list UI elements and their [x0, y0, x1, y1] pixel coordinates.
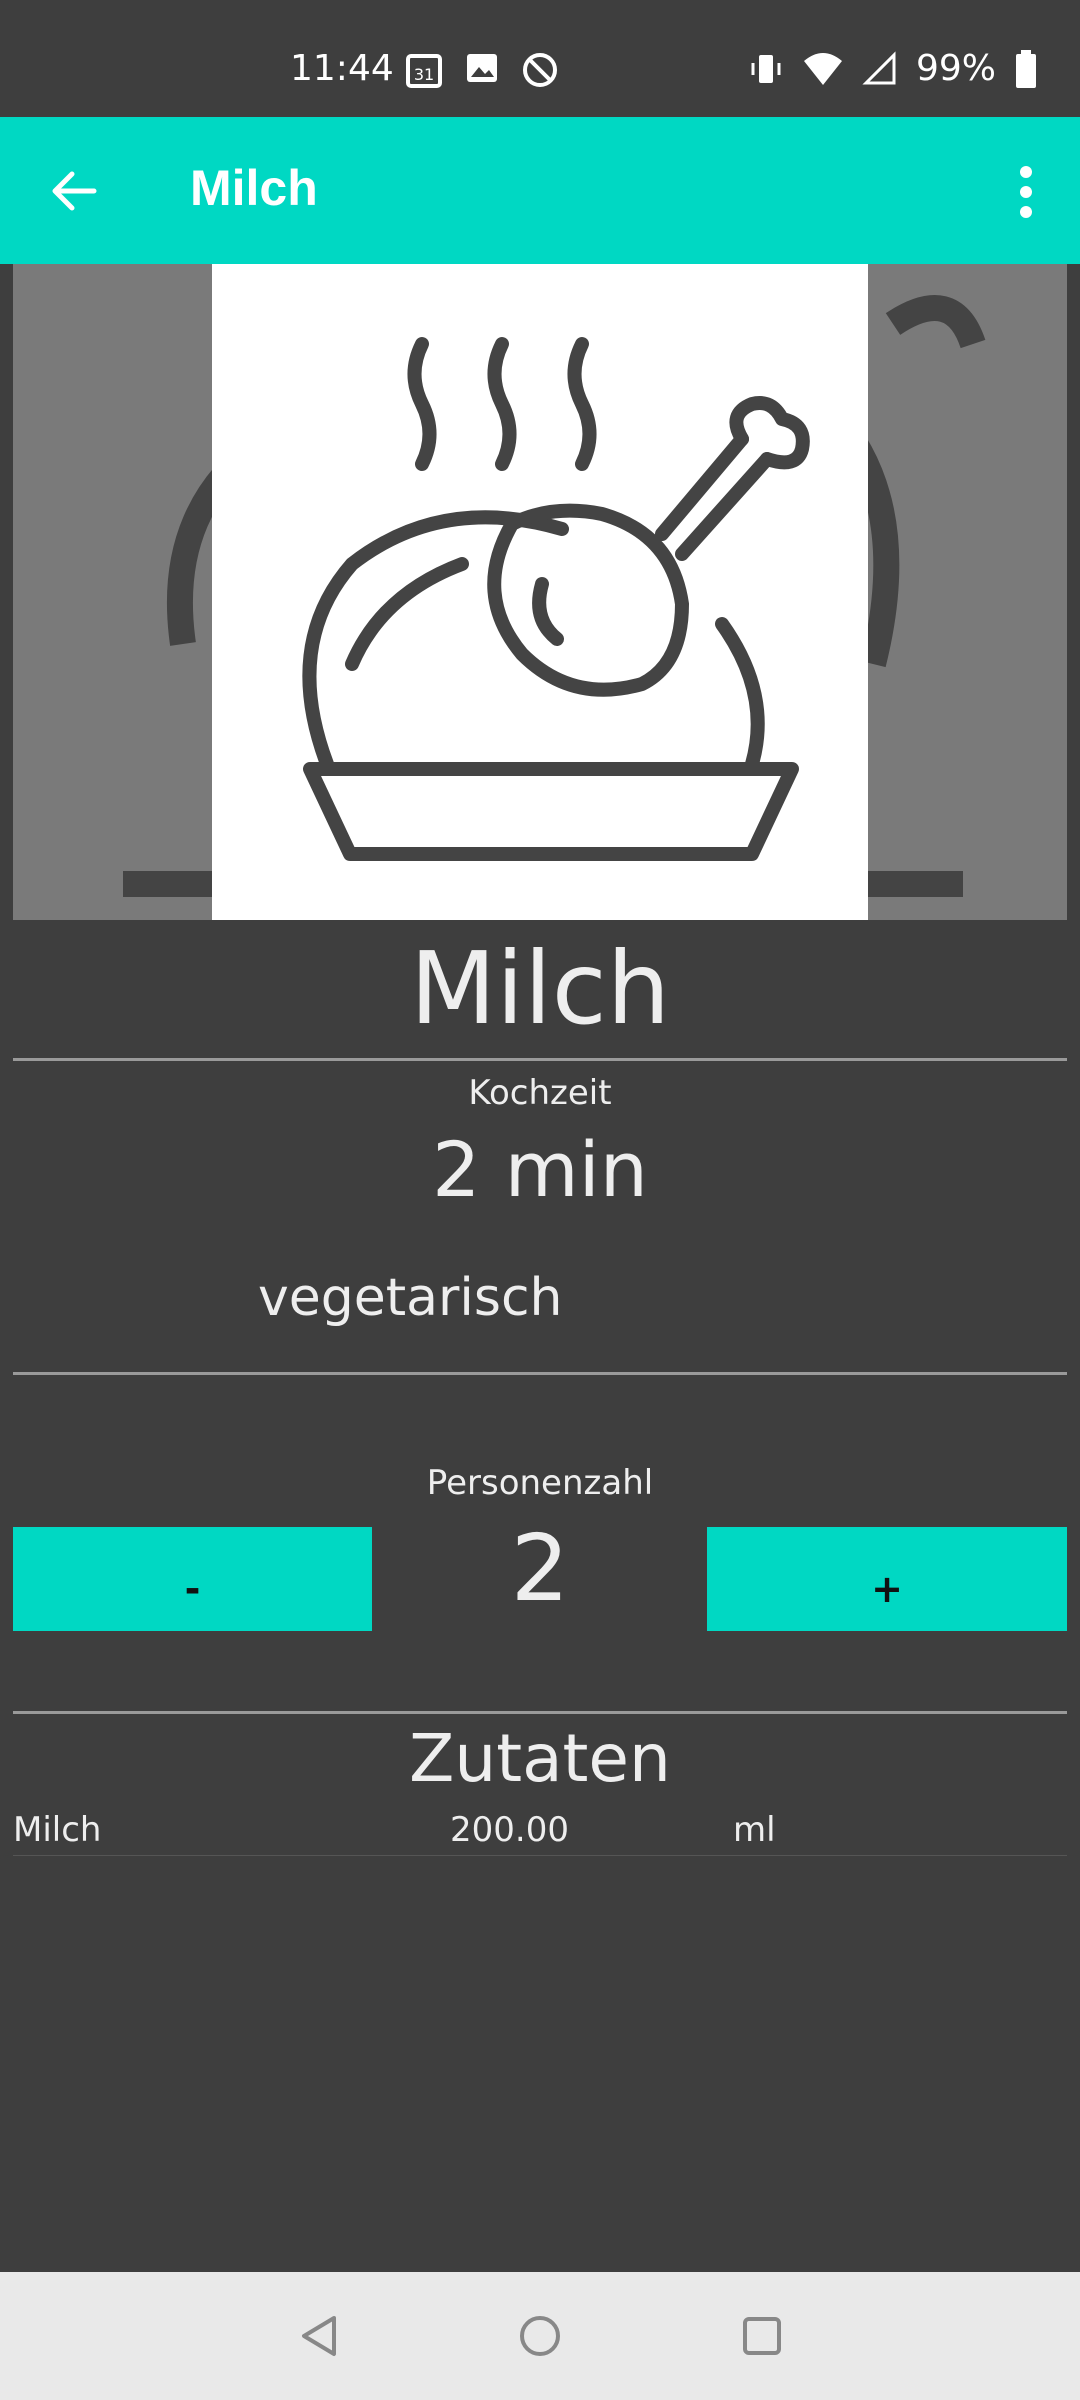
divider	[13, 1711, 1067, 1714]
calendar-icon: 31	[406, 54, 442, 88]
status-bar: 11:44 31 99%	[0, 0, 1080, 117]
divider	[13, 1058, 1067, 1061]
more-vert-icon[interactable]	[1006, 157, 1046, 227]
app-bar-title: Milch	[190, 160, 318, 216]
increase-servings-button[interactable]: +	[707, 1527, 1067, 1631]
status-time: 11:44	[290, 48, 394, 89]
wifi-icon	[803, 52, 842, 85]
ingredient-unit: ml	[733, 1810, 776, 1850]
battery-icon	[1016, 49, 1036, 88]
roast-chicken-icon	[302, 337, 810, 861]
cook-time-value: 2 min	[432, 1125, 648, 1214]
recipe-title: Milch	[409, 930, 671, 1047]
image-icon	[467, 54, 497, 82]
arrow-back-icon[interactable]	[44, 161, 104, 221]
home-circle-icon[interactable]	[510, 2306, 570, 2366]
svg-text:31: 31	[414, 65, 434, 84]
recipe-image	[13, 264, 1067, 920]
no-disturb-icon	[523, 53, 557, 87]
decrease-servings-button[interactable]: -	[13, 1527, 372, 1631]
status-notification-icons: 31	[404, 50, 560, 90]
ingredient-row: Milch 200.00 ml	[13, 1806, 1067, 1856]
battery-percent: 99%	[915, 48, 996, 89]
servings-count: 2	[510, 1515, 570, 1622]
app-bar: Milch	[0, 117, 1080, 264]
divider	[13, 1372, 1067, 1375]
ingredients-heading: Zutaten	[409, 1720, 671, 1797]
roast-chicken-image	[212, 264, 868, 920]
recipe-category: vegetarisch	[258, 1268, 563, 1328]
system-nav-bar	[0, 2272, 1080, 2400]
signal-icon	[862, 50, 896, 84]
ingredient-quantity: 200.00	[450, 1810, 569, 1850]
back-triangle-icon[interactable]	[290, 2306, 350, 2366]
status-system-icons: 99%	[748, 48, 1038, 89]
servings-label: Personenzahl	[426, 1463, 654, 1503]
vibrate-icon	[751, 54, 781, 83]
cook-time-label: Kochzeit	[468, 1073, 612, 1113]
ingredient-name: Milch	[13, 1810, 102, 1850]
recents-square-icon[interactable]	[732, 2306, 792, 2366]
